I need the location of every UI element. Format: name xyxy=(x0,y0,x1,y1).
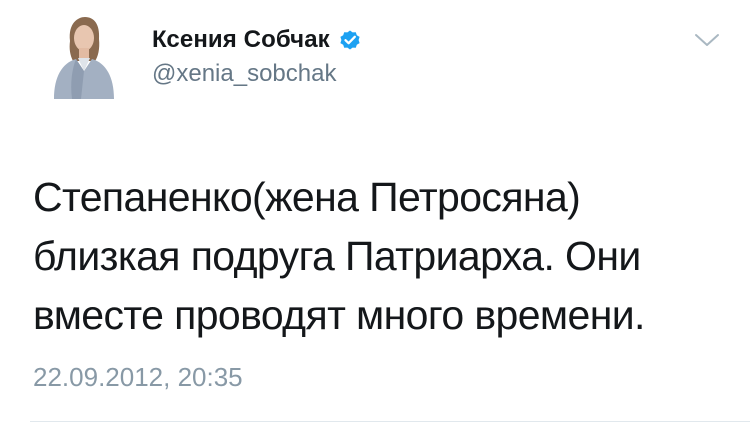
tweet-text-line: вместе проводят много времени. xyxy=(33,292,645,338)
author-handle[interactable]: @xenia_sobchak xyxy=(152,60,336,88)
tweet-card: Ксения Собчак @xenia_sobchak Степаненко(… xyxy=(0,0,750,427)
tweet-timestamp[interactable]: 22.09.2012, 20:35 xyxy=(33,362,243,393)
divider xyxy=(30,421,750,422)
tweet-text-line: Степаненко(жена Петросяна) xyxy=(33,174,581,220)
tweet-text-line: близкая подруга Патриарха. Они xyxy=(33,233,641,279)
avatar-photo-icon xyxy=(54,17,114,99)
verified-badge-icon xyxy=(338,28,362,52)
tweet-text: Степаненко(жена Петросяна) близкая подру… xyxy=(33,168,723,345)
chevron-down-icon[interactable] xyxy=(692,26,722,56)
author-name-row[interactable]: Ксения Собчак xyxy=(152,24,362,56)
display-name[interactable]: Ксения Собчак xyxy=(152,26,330,54)
avatar[interactable] xyxy=(48,11,118,99)
